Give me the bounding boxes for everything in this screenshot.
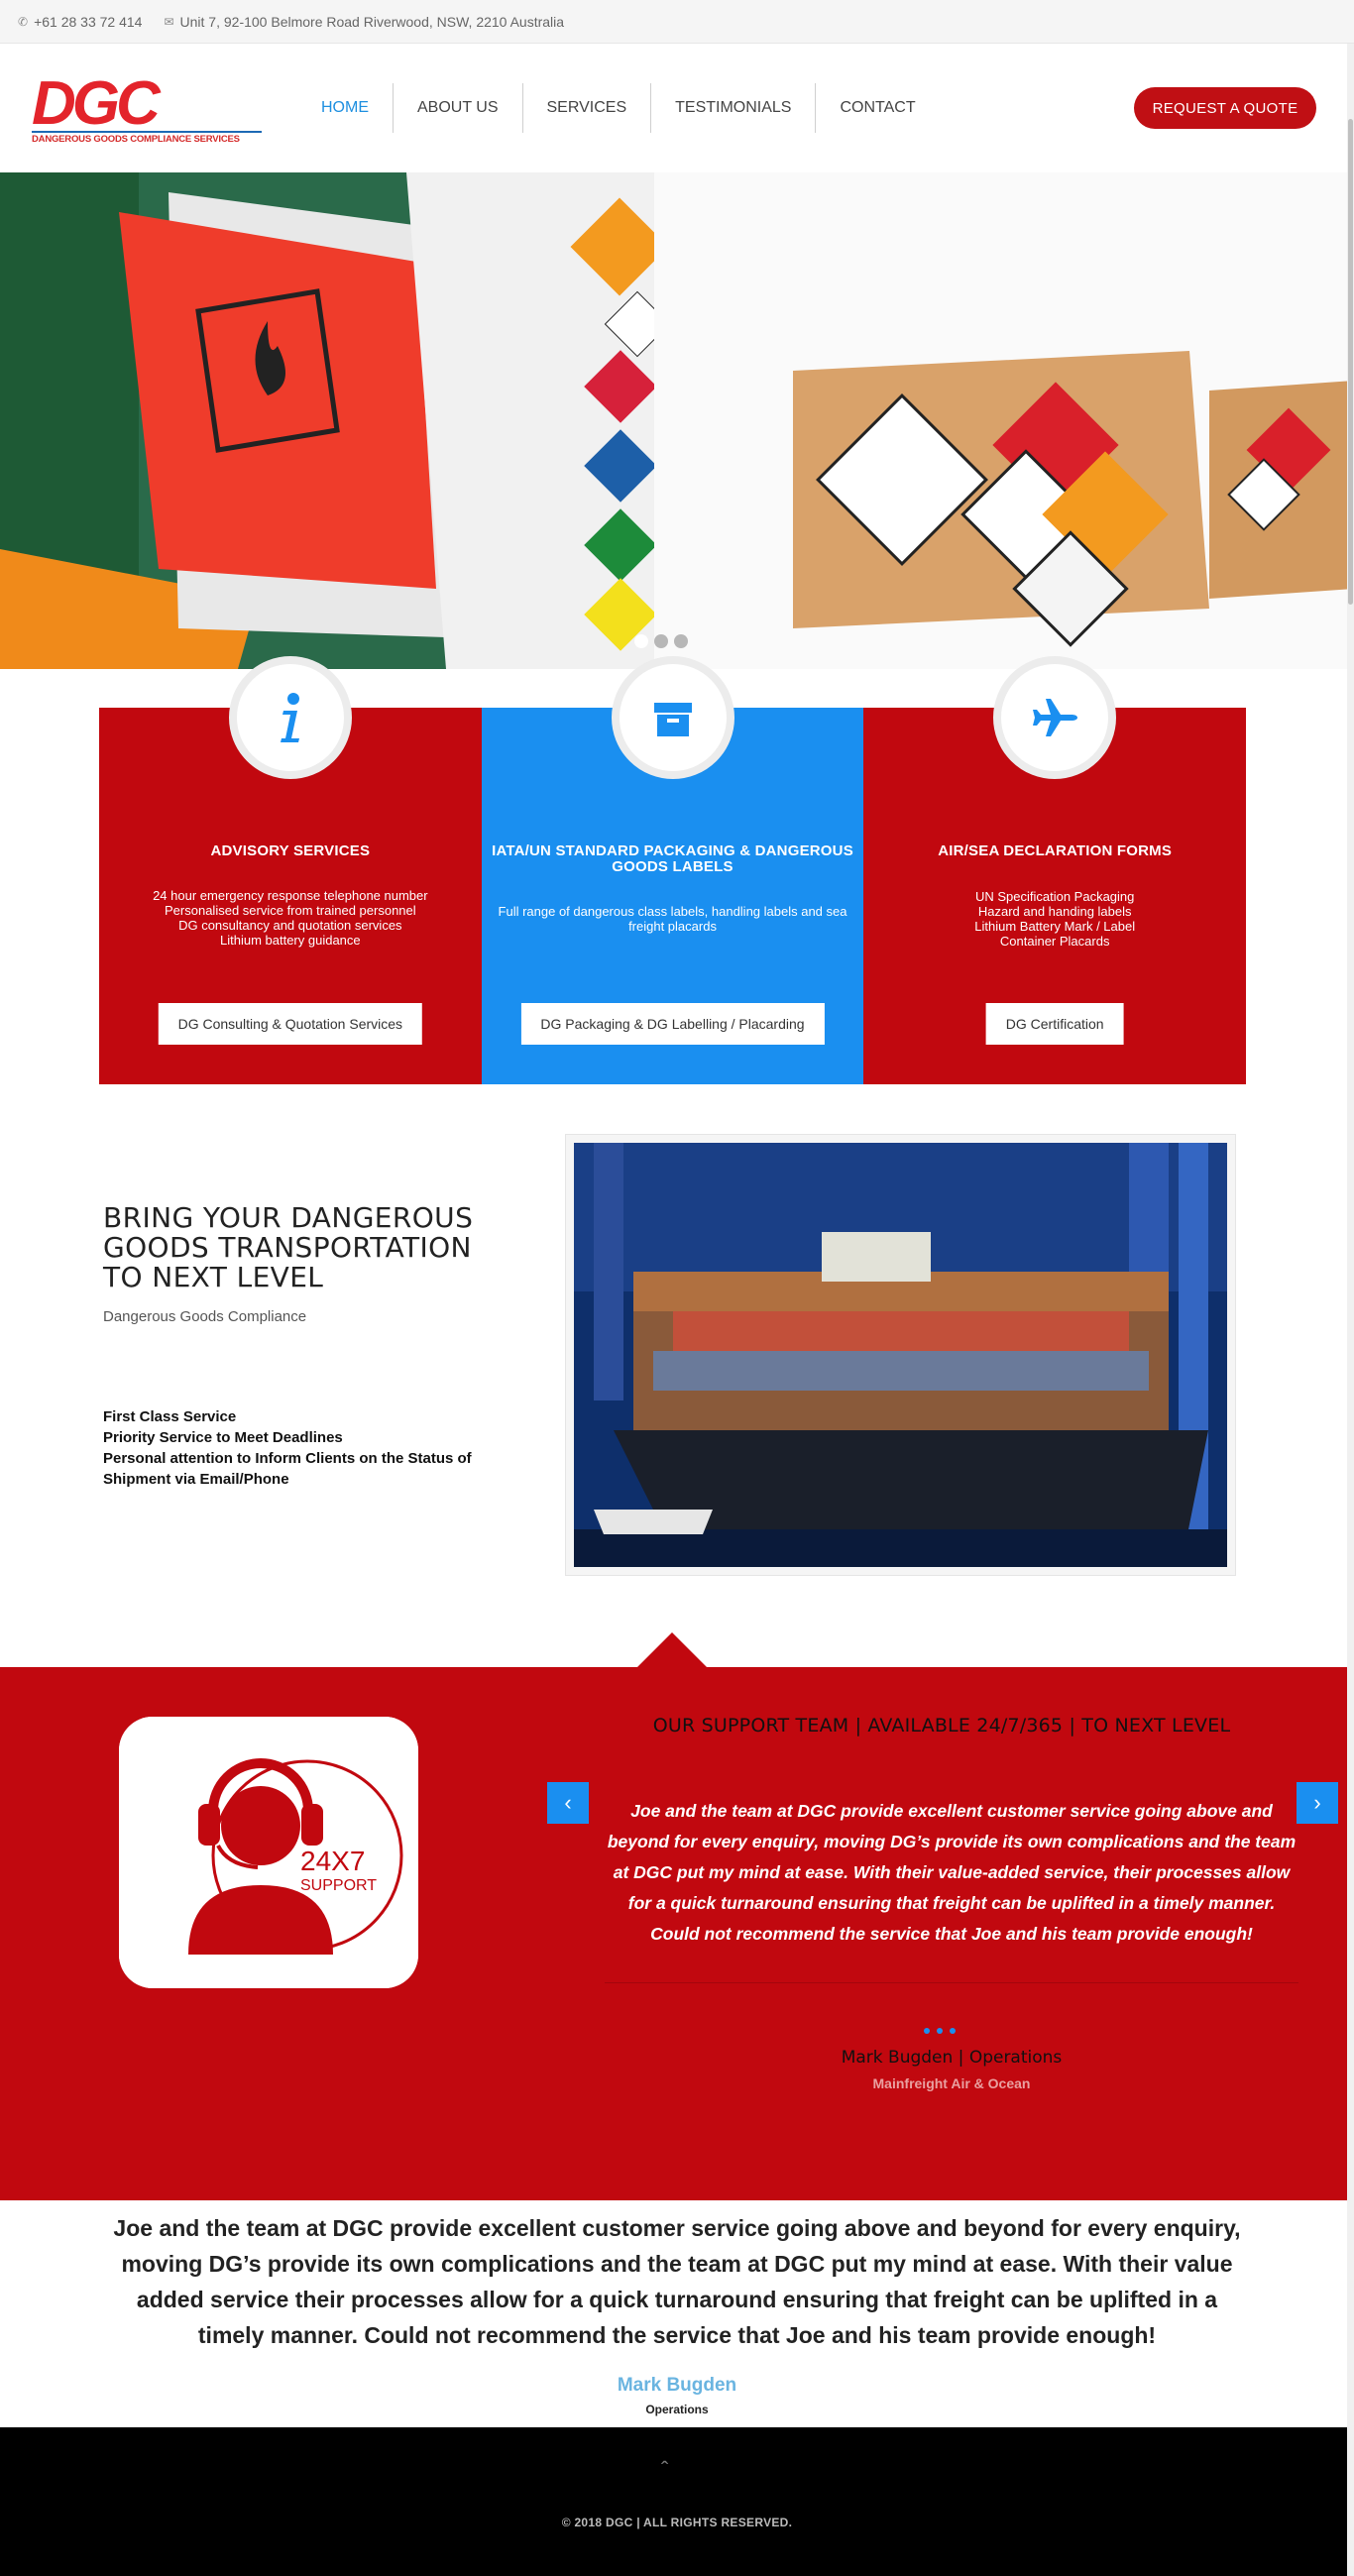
support-section: 24X7 SUPPORT OUR SUPPORT TEAM | AVAILABL…	[0, 1667, 1354, 2200]
page: ✆ +61 28 33 72 414 ✉ Unit 7, 92-100 Belm…	[0, 0, 1354, 2576]
slider-dot[interactable]	[674, 634, 688, 648]
intro-heading-line: GOODS TRANSPORTATION	[103, 1231, 472, 1264]
crates-image	[654, 172, 1354, 669]
service-line: Personalised service from trained person…	[165, 903, 416, 918]
cargo-ship-image-frame	[565, 1134, 1236, 1576]
dg-packaging-button[interactable]: DG Packaging & DG Labelling / Placarding	[520, 1003, 825, 1045]
testimonial-name: Mark Bugden	[617, 2375, 737, 2396]
quote-divider	[605, 1982, 1298, 1983]
phone-number: +61 28 33 72 414	[34, 13, 143, 30]
slider-dot[interactable]	[634, 634, 648, 648]
main-nav: HOME ABOUT US SERVICES TESTIMONIALS CONT…	[297, 83, 940, 133]
feature-item: First Class Service	[103, 1408, 237, 1425]
service-line: 24 hour emergency response telephone num…	[153, 888, 428, 903]
service-title: IATA/UN STANDARD PACKAGING & DANGEROUS G…	[492, 842, 853, 875]
address-info: ✉ Unit 7, 92-100 Belmore Road Riverwood,…	[164, 14, 564, 30]
nav-about-us[interactable]: ABOUT US	[394, 83, 523, 133]
nav-services[interactable]: SERVICES	[523, 83, 652, 133]
quote-pagination	[924, 2028, 962, 2034]
hazard-labels-image	[0, 172, 654, 669]
top-info-bar: ✆ +61 28 33 72 414 ✉ Unit 7, 92-100 Belm…	[0, 0, 1354, 44]
request-quote-button[interactable]: REQUEST A QUOTE	[1134, 87, 1316, 129]
envelope-icon: ✉	[164, 14, 174, 29]
nav-home[interactable]: HOME	[297, 83, 394, 133]
site-header: DGC DANGEROUS GOODS COMPLIANCE SERVICES …	[0, 44, 1354, 172]
support-quote: Joe and the team at DGC provide excellen…	[607, 1801, 1297, 1944]
service-title: ADVISORY SERVICES	[210, 842, 371, 859]
service-description: UN Specification Packaging Hazard and ha…	[873, 889, 1236, 949]
logo-tagline: DANGEROUS GOODS COMPLIANCE SERVICES	[32, 131, 262, 145]
service-line: Container Placards	[999, 934, 1110, 949]
service-card-packaging: IATA/UN STANDARD PACKAGING & DANGEROUS G…	[481, 656, 864, 1084]
service-line: Hazard and handing labels	[977, 904, 1132, 919]
scrollbar-thumb[interactable]	[1348, 119, 1353, 605]
service-card-declarations: AIR/SEA DECLARATION FORMS UN Specificati…	[863, 656, 1247, 1084]
quote-dot[interactable]	[924, 2028, 930, 2034]
testimonial-role: Operations	[645, 2403, 709, 2416]
service-line: Lithium battery guidance	[220, 933, 361, 948]
support-icon-text-support: SUPPORT	[300, 1877, 377, 1894]
feature-item: Personal attention to Inform Clients on …	[103, 1450, 472, 1488]
page-scrollbar[interactable]	[1347, 44, 1354, 2576]
site-footer: ˆ © 2018 DGC | ALL RIGHTS RESERVED.	[0, 2427, 1354, 2576]
service-line: DG consultancy and quotation services	[178, 918, 402, 933]
service-line: Lithium Battery Mark / Label	[974, 919, 1136, 934]
hero-slider[interactable]	[0, 172, 1354, 669]
nav-testimonials[interactable]: TESTIMONIALS	[651, 83, 817, 133]
dg-certification-button[interactable]: DG Certification	[985, 1003, 1124, 1045]
chevron-right-icon[interactable]: ›	[1297, 1782, 1338, 1824]
intro-heading: BRING YOUR DANGEROUS GOODS TRANSPORTATIO…	[103, 1203, 529, 1292]
intro-subtitle: Dangerous Goods Compliance	[103, 1308, 307, 1325]
airplane-icon	[993, 656, 1117, 779]
dgc-logo[interactable]: DGC DANGEROUS GOODS COMPLIANCE SERVICES	[32, 69, 264, 145]
service-description: 24 hour emergency response telephone num…	[109, 888, 472, 948]
dg-consulting-button[interactable]: DG Consulting & Quotation Services	[158, 1003, 423, 1045]
testimonial-text: Joe and the team at DGC provide excellen…	[113, 2215, 1241, 2348]
service-line: UN Specification Packaging	[974, 889, 1135, 904]
archive-box-icon	[611, 656, 734, 779]
support-heading: OUR SUPPORT TEAM | AVAILABLE 24/7/365 | …	[652, 1715, 1231, 1736]
logo-letters: DGC	[32, 69, 161, 138]
quote-company: Mainfreight Air & Ocean	[872, 2075, 1031, 2091]
support-icon-text-24x7: 24X7	[300, 1846, 365, 1876]
intro-heading-line: BRING YOUR DANGEROUS	[103, 1201, 474, 1234]
phone-info[interactable]: ✆ +61 28 33 72 414	[18, 14, 142, 30]
service-line: Full range of dangerous class labels, ha…	[498, 904, 847, 934]
info-icon	[229, 656, 352, 779]
slider-dot[interactable]	[654, 634, 668, 648]
service-title: AIR/SEA DECLARATION FORMS	[938, 842, 1173, 859]
support-24x7-icon: 24X7 SUPPORT	[119, 1717, 418, 1988]
slider-dots	[634, 634, 694, 648]
service-description: Full range of dangerous class labels, ha…	[492, 904, 854, 934]
copyright: © 2018 DGC | ALL RIGHTS RESERVED.	[561, 2516, 793, 2529]
service-card-advisory: ADVISORY SERVICES 24 hour emergency resp…	[99, 656, 482, 1084]
nav-contact[interactable]: CONTACT	[816, 83, 939, 133]
quote-dot[interactable]	[937, 2028, 943, 2034]
feature-item: Priority Service to Meet Deadlines	[103, 1429, 343, 1446]
phone-icon: ✆	[18, 14, 29, 29]
section-notch	[636, 1632, 708, 1668]
feature-list: First Class Service Priority Service to …	[103, 1406, 529, 1490]
chevron-left-icon[interactable]: ‹	[547, 1782, 589, 1824]
intro-section: BRING YOUR DANGEROUS GOODS TRANSPORTATIO…	[103, 1203, 529, 1490]
intro-heading-line: TO NEXT LEVEL	[103, 1261, 324, 1293]
chevron-up-icon[interactable]: ˆ	[661, 2457, 668, 2483]
quote-author: Mark Bugden | Operations	[841, 2048, 1063, 2068]
quote-dot[interactable]	[950, 2028, 956, 2034]
service-cards: ADVISORY SERVICES 24 hour emergency resp…	[99, 656, 1247, 1084]
cargo-ship-image	[574, 1143, 1227, 1567]
address-text: Unit 7, 92-100 Belmore Road Riverwood, N…	[179, 13, 565, 30]
